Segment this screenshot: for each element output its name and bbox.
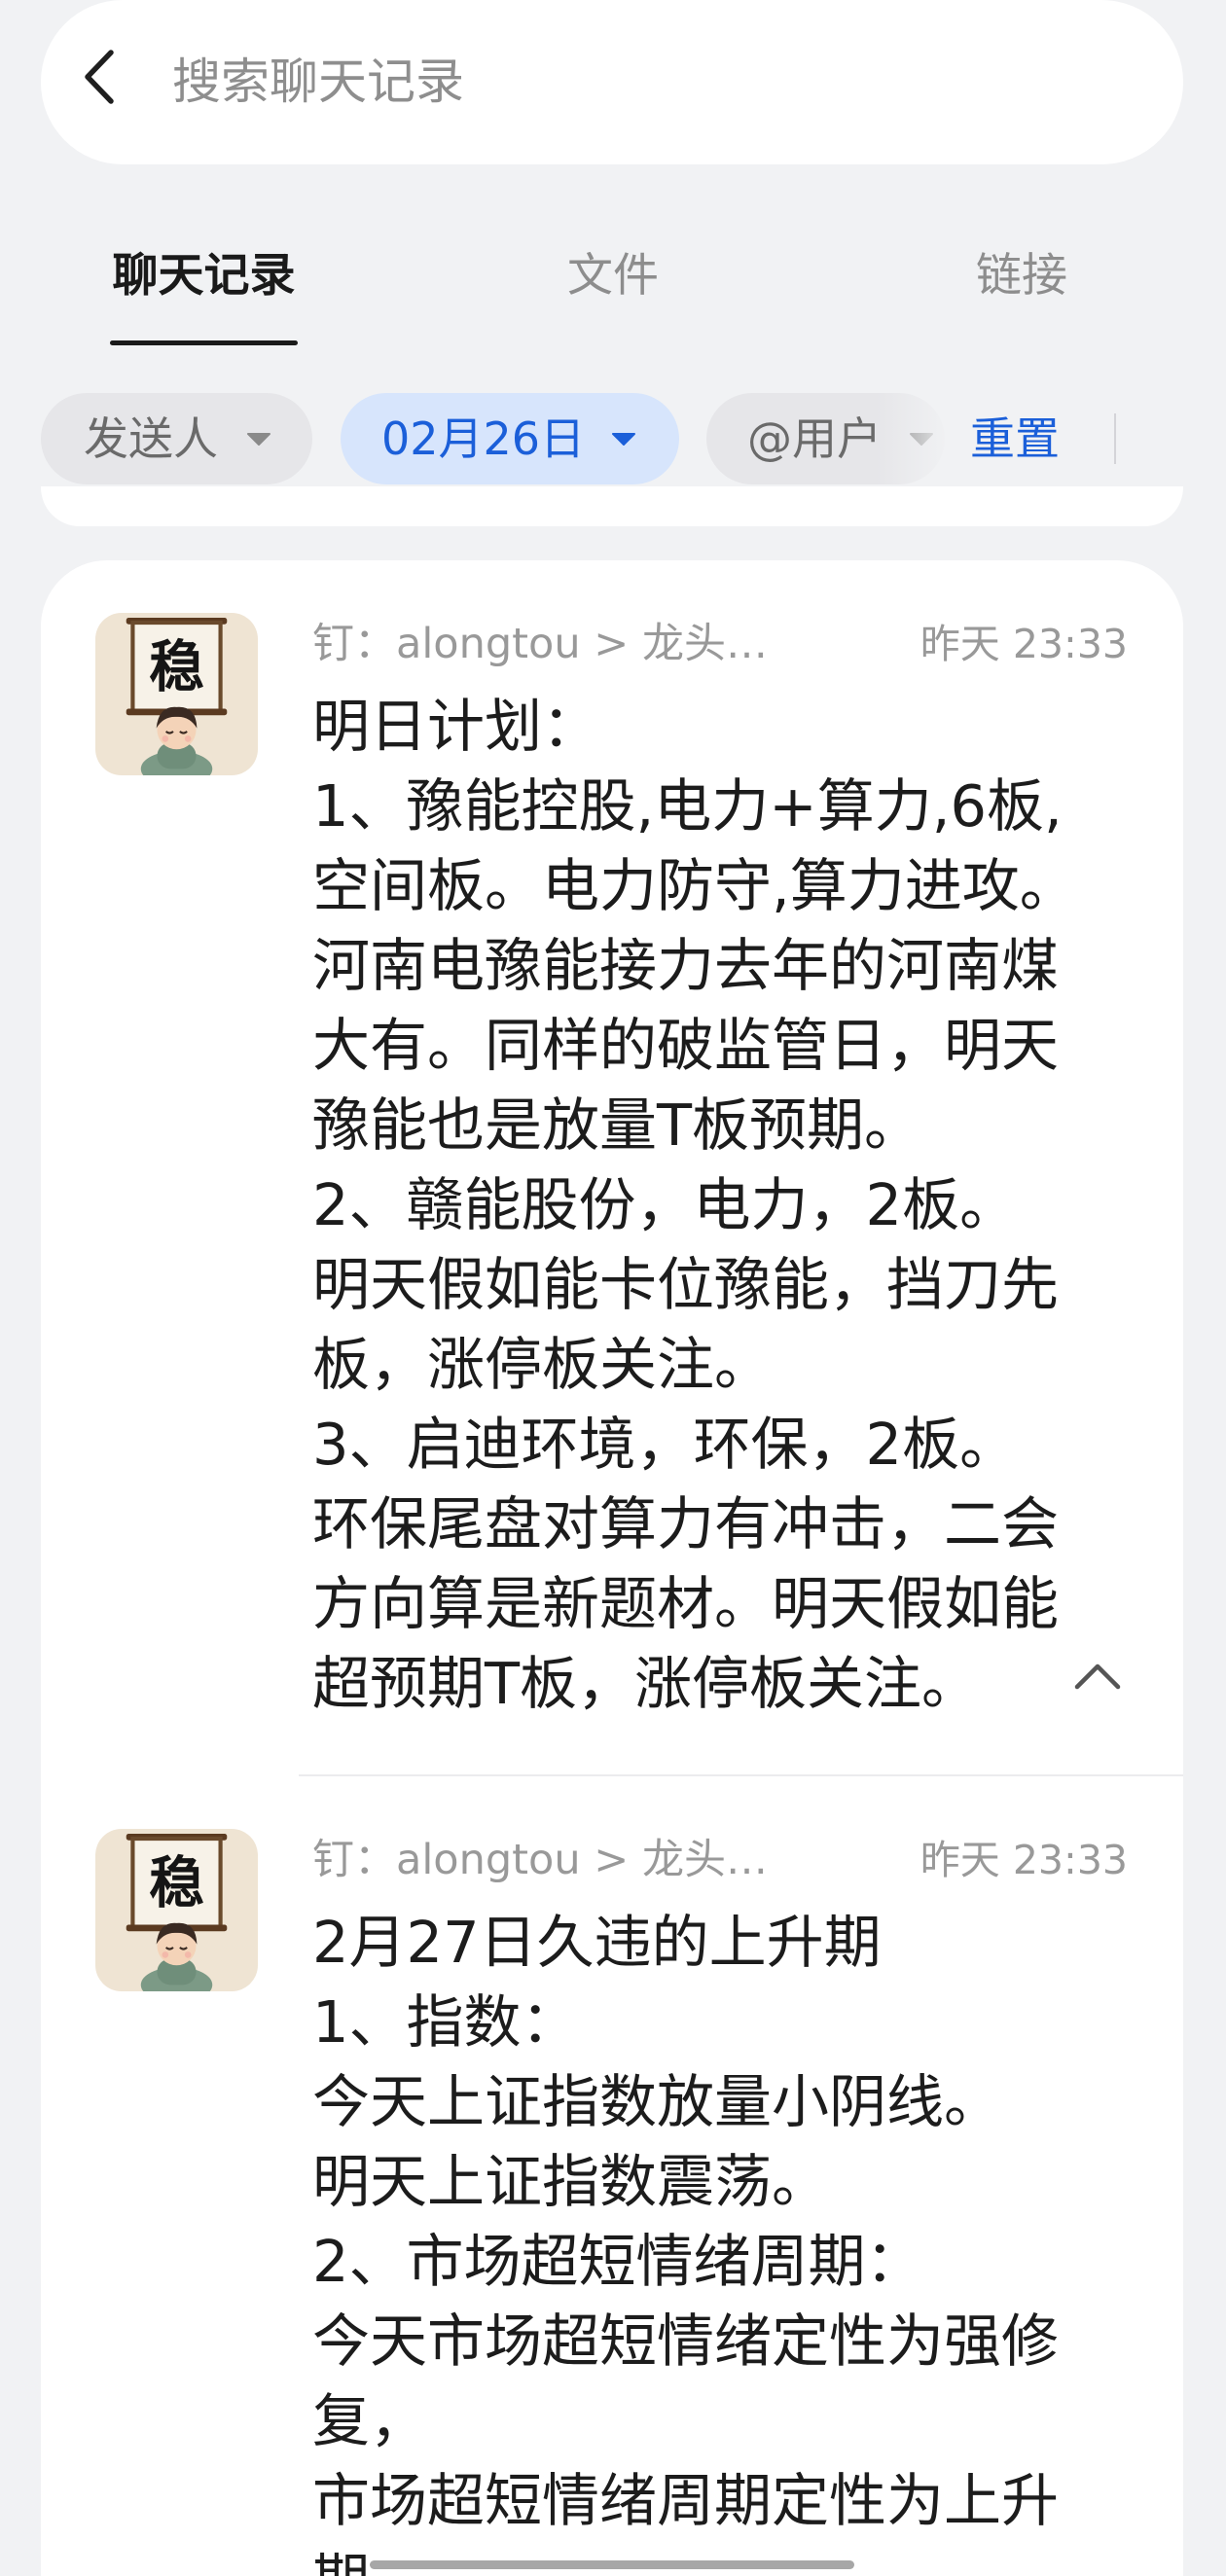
chevron-left-icon	[85, 50, 114, 104]
message-line: 3、启迪环境，环保，2板。	[312, 1411, 1018, 1478]
message-line: 方向算是新题材。明天假如能	[312, 1570, 1060, 1637]
home-indicator[interactable]	[370, 2560, 854, 2569]
message-line: 期	[312, 2541, 1149, 2576]
message-timestamp: 昨天 23:33	[920, 621, 1128, 667]
filter-divider	[1114, 413, 1116, 464]
message-timestamp: 昨天 23:33	[920, 1837, 1128, 1883]
message-line: 今天上证指数放量小阴线。	[312, 2068, 1002, 2135]
message-text: 2月27日久违的上升期 1、指数： 今天上证指数放量小阴线。 明天上证指数震荡。…	[312, 1903, 1149, 2576]
message-line: 1、豫能控股,电力+算力,6板,	[312, 772, 1063, 840]
message-line: 今天市场超短情绪定性为强修	[312, 2308, 1060, 2375]
search-results-list: 稳 钉：alongtou > 龙头… 昨天 23:33 明日计划： 1、豫能控股…	[41, 560, 1183, 2576]
search-bar	[41, 0, 1183, 164]
message-line: 复，	[312, 2387, 428, 2454]
active-tab-indicator	[110, 340, 298, 345]
message-line: 豫能也是放量T板预期。	[312, 1091, 922, 1159]
message-line: 环保尾盘对算力有冲击，二会	[312, 1490, 1060, 1557]
date-filter-label: 02月26日	[381, 412, 586, 465]
message-line: 河南电豫能接力去年的河南煤	[312, 932, 1060, 999]
chevron-up-icon	[1074, 1664, 1121, 1690]
search-result-item[interactable]: 稳 钉：alongtou > 龙头… 昨天 23:33 2月27日久违的上升期 …	[41, 1776, 1183, 2576]
message-sender: 钉：alongtou > 龙头…	[312, 1836, 768, 1884]
avatar-glyph: 稳	[149, 635, 204, 699]
avatar: 稳	[95, 613, 258, 775]
previous-card-edge	[41, 486, 1183, 526]
message-line: 板，涨停板关注。	[312, 1331, 773, 1398]
reset-fade: 重置	[876, 393, 1114, 484]
sender-filter-label: 发送人	[84, 412, 218, 465]
message-line: 大有。同样的破监管日，明天	[312, 1012, 1060, 1079]
message-line: 明天上证指数震荡。	[312, 2148, 830, 2215]
message-line: 明日计划：	[312, 693, 600, 760]
tab-links[interactable]: 链接	[924, 247, 1119, 305]
back-button[interactable]	[74, 43, 128, 111]
tab-chat-history[interactable]: 聊天记录	[110, 247, 298, 305]
caret-down-icon	[246, 432, 271, 447]
message-sender: 钉：alongtou > 龙头…	[312, 620, 768, 668]
message-line: 明天假如能卡位豫能，挡刀先	[312, 1251, 1060, 1318]
avatar: 稳	[95, 1829, 258, 1991]
caret-down-icon	[611, 432, 636, 447]
message-line: 市场超短情绪周期定性为上升	[312, 2467, 1060, 2534]
date-filter-chip[interactable]: 02月26日	[341, 393, 679, 484]
message-line: 2、市场超短情绪周期：	[312, 2228, 923, 2295]
search-result-item[interactable]: 稳 钉：alongtou > 龙头… 昨天 23:33 明日计划： 1、豫能控股…	[41, 560, 1183, 1774]
message-line: 2、赣能股份，电力，2板。	[312, 1171, 1018, 1238]
collapse-button[interactable]	[1073, 1662, 1122, 1691]
reset-filter-button[interactable]: 重置	[970, 393, 1060, 484]
message-line: 1、指数：	[312, 1988, 579, 2056]
avatar-glyph: 稳	[149, 1851, 204, 1915]
message-text: 明日计划： 1、豫能控股,电力+算力,6板, 空间板。电力防守,算力进攻。 河南…	[312, 687, 1149, 1724]
message-line: 2月27日久违的上升期	[312, 1909, 882, 1976]
filter-bar: 发送人 02月26日 @用户 重置	[0, 393, 1226, 484]
message-line: 超预期T板，涨停板关注。	[312, 1650, 980, 1717]
sender-filter-chip[interactable]: 发送人	[41, 393, 312, 484]
message-line: 空间板。电力防守,算力进攻。	[312, 852, 1077, 919]
mention-filter-label: @用户	[747, 412, 882, 465]
tab-files[interactable]: 文件	[516, 247, 710, 305]
search-input[interactable]	[172, 43, 1136, 121]
